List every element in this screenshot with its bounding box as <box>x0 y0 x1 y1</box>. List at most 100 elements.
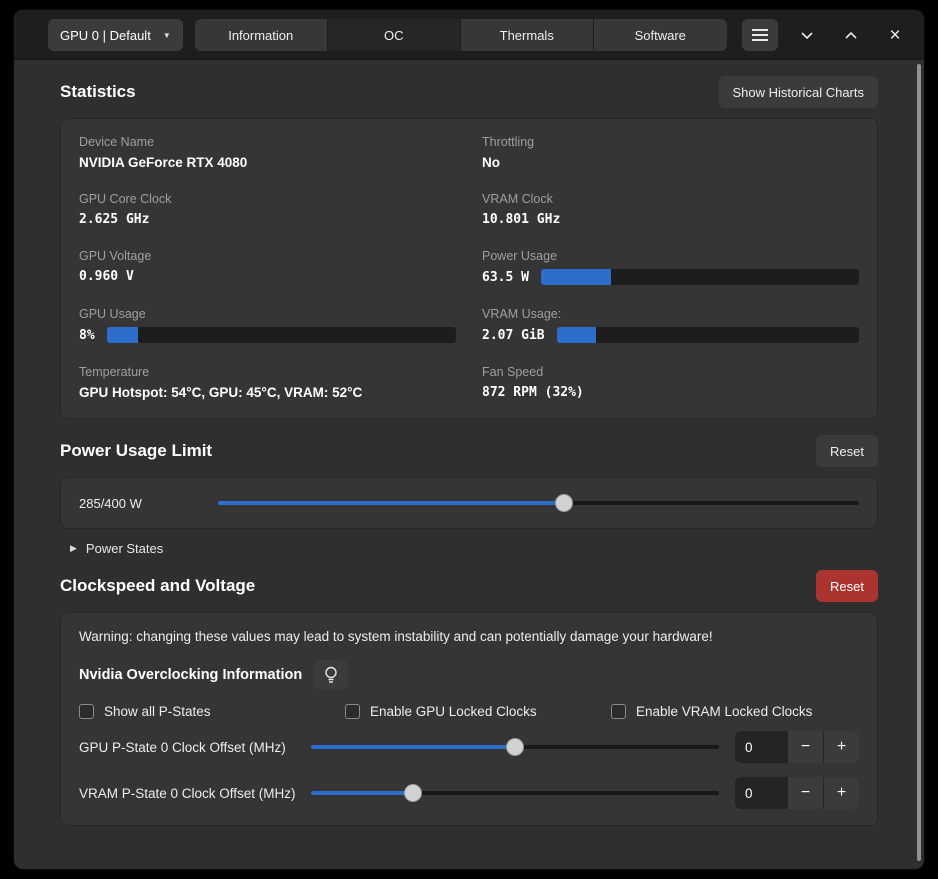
chevron-up-icon <box>845 32 857 39</box>
checkbox-row: Show all P-States Enable GPU Locked Cloc… <box>79 704 859 719</box>
stat-label: GPU Voltage <box>79 249 456 263</box>
stat-value: GPU Hotspot: 54°C, GPU: 45°C, VRAM: 52°C <box>79 385 456 400</box>
statistics-header: Statistics Show Historical Charts <box>60 74 878 110</box>
stat-label: Throttling <box>482 135 859 149</box>
clocks-title: Clockspeed and Voltage <box>60 576 255 596</box>
stat-temperature: Temperature GPU Hotspot: 54°C, GPU: 45°C… <box>79 365 456 400</box>
stat-value: 872 RPM (32%) <box>482 385 859 400</box>
power-limit-header: Power Usage Limit Reset <box>60 433 878 469</box>
tab-software[interactable]: Software <box>594 19 727 51</box>
stat-value: 8% <box>79 328 95 343</box>
power-states-expander[interactable]: ▶ Power States <box>70 541 878 556</box>
tab-information[interactable]: Information <box>195 19 328 51</box>
show-all-pstates-checkbox[interactable]: Show all P-States <box>79 704 345 719</box>
stat-vram-usage: VRAM Usage: 2.07 GiB <box>482 307 859 343</box>
menu-button[interactable] <box>742 19 778 51</box>
dropdown-arrow-icon: ▼ <box>163 31 171 40</box>
stat-gpu-voltage: GPU Voltage 0.960 V <box>79 249 456 285</box>
increment-button[interactable]: + <box>823 777 859 809</box>
power-states-label: Power States <box>86 541 163 556</box>
gpu-selector-dropdown[interactable]: GPU 0 | Default ▼ <box>48 19 183 51</box>
checkbox-icon[interactable] <box>79 704 94 719</box>
increment-button[interactable]: + <box>823 731 859 763</box>
stat-value: 0.960 V <box>79 269 456 284</box>
vram-clock-offset-label: VRAM P-State 0 Clock Offset (MHz) <box>79 786 311 801</box>
nvidia-oc-info-title: Nvidia Overclocking Information <box>79 667 302 683</box>
stat-fan-speed: Fan Speed 872 RPM (32%) <box>482 365 859 400</box>
decrement-button[interactable]: − <box>787 731 823 763</box>
lightbulb-icon <box>324 666 338 684</box>
gpu-clock-offset-row: GPU P-State 0 Clock Offset (MHz) 0 − + <box>79 729 859 765</box>
show-historical-charts-button[interactable]: Show Historical Charts <box>719 76 879 108</box>
stat-throttling: Throttling No <box>482 135 859 170</box>
stat-value: 10.801 GHz <box>482 212 859 227</box>
tab-oc[interactable]: OC <box>328 19 461 51</box>
checkbox-icon[interactable] <box>345 704 360 719</box>
stat-value: 2.07 GiB <box>482 328 545 343</box>
power-limit-title: Power Usage Limit <box>60 441 212 461</box>
stat-label: GPU Usage <box>79 307 456 321</box>
gpu-usage-bar <box>107 327 456 343</box>
power-limit-slider[interactable] <box>218 488 859 518</box>
gpu-clock-offset-label: GPU P-State 0 Clock Offset (MHz) <box>79 740 311 755</box>
expander-arrow-icon: ▶ <box>70 543 77 554</box>
stat-gpu-usage: GPU Usage 8% <box>79 307 456 343</box>
titlebar: GPU 0 | Default ▼ Information OC Thermal… <box>14 10 924 60</box>
statistics-card: Device Name NVIDIA GeForce RTX 4080 Thro… <box>60 118 878 419</box>
statistics-title: Statistics <box>60 82 136 102</box>
vram-clock-offset-slider[interactable] <box>311 778 719 808</box>
oc-info-button[interactable] <box>314 660 348 690</box>
checkbox-label: Show all P-States <box>104 704 211 719</box>
power-usage-bar-fill <box>541 269 611 285</box>
app-window: GPU 0 | Default ▼ Information OC Thermal… <box>14 10 924 869</box>
vram-clock-offset-row: VRAM P-State 0 Clock Offset (MHz) 0 − + <box>79 775 859 811</box>
spinbox-value[interactable]: 0 <box>735 731 787 763</box>
stat-gpu-core-clock: GPU Core Clock 2.625 GHz <box>79 192 456 227</box>
slider-fill <box>311 791 413 795</box>
instability-warning-text: Warning: changing these values may lead … <box>79 629 859 644</box>
hamburger-icon <box>752 29 768 41</box>
stat-label: GPU Core Clock <box>79 192 456 206</box>
gpu-clock-offset-spinbox: 0 − + <box>735 731 859 763</box>
stat-label: Device Name <box>79 135 456 149</box>
vram-usage-bar-fill <box>557 327 596 343</box>
spinbox-value[interactable]: 0 <box>735 777 787 809</box>
stat-value: 63.5 W <box>482 270 529 285</box>
slider-fill <box>311 745 515 749</box>
tab-group: Information OC Thermals Software <box>195 19 727 51</box>
stat-value: NVIDIA GeForce RTX 4080 <box>79 155 456 170</box>
checkbox-label: Enable GPU Locked Clocks <box>370 704 537 719</box>
checkbox-label: Enable VRAM Locked Clocks <box>636 704 812 719</box>
stat-value: No <box>482 155 859 170</box>
maximize-button[interactable] <box>836 20 866 50</box>
clocks-header: Clockspeed and Voltage Reset <box>60 568 878 604</box>
stat-label: Temperature <box>79 365 456 379</box>
oc-page: Statistics Show Historical Charts Device… <box>14 60 924 869</box>
slider-thumb[interactable] <box>404 784 422 802</box>
stat-power-usage: Power Usage 63.5 W <box>482 249 859 285</box>
gpu-usage-bar-fill <box>107 327 138 343</box>
power-limit-value: 285/400 W <box>79 496 142 511</box>
enable-gpu-locked-clocks-checkbox[interactable]: Enable GPU Locked Clocks <box>345 704 611 719</box>
clocks-reset-button[interactable]: Reset <box>816 570 878 602</box>
power-usage-bar <box>541 269 859 285</box>
slider-thumb[interactable] <box>555 494 573 512</box>
chevron-down-icon <box>801 32 813 39</box>
clocks-card: Warning: changing these values may lead … <box>60 612 878 826</box>
stat-label: Fan Speed <box>482 365 859 379</box>
slider-thumb[interactable] <box>506 738 524 756</box>
stat-label: Power Usage <box>482 249 859 263</box>
power-limit-reset-button[interactable]: Reset <box>816 435 878 467</box>
vertical-scrollbar[interactable] <box>917 64 921 861</box>
checkbox-icon[interactable] <box>611 704 626 719</box>
minimize-button[interactable] <box>792 20 822 50</box>
power-limit-card: 285/400 W <box>60 477 878 529</box>
enable-vram-locked-clocks-checkbox[interactable]: Enable VRAM Locked Clocks <box>611 704 859 719</box>
tab-thermals[interactable]: Thermals <box>461 19 594 51</box>
slider-fill <box>218 501 564 505</box>
gpu-selector-label: GPU 0 | Default <box>60 28 151 43</box>
decrement-button[interactable]: − <box>787 777 823 809</box>
gpu-clock-offset-slider[interactable] <box>311 732 719 762</box>
stat-vram-clock: VRAM Clock 10.801 GHz <box>482 192 859 227</box>
close-button[interactable]: × <box>880 20 910 50</box>
